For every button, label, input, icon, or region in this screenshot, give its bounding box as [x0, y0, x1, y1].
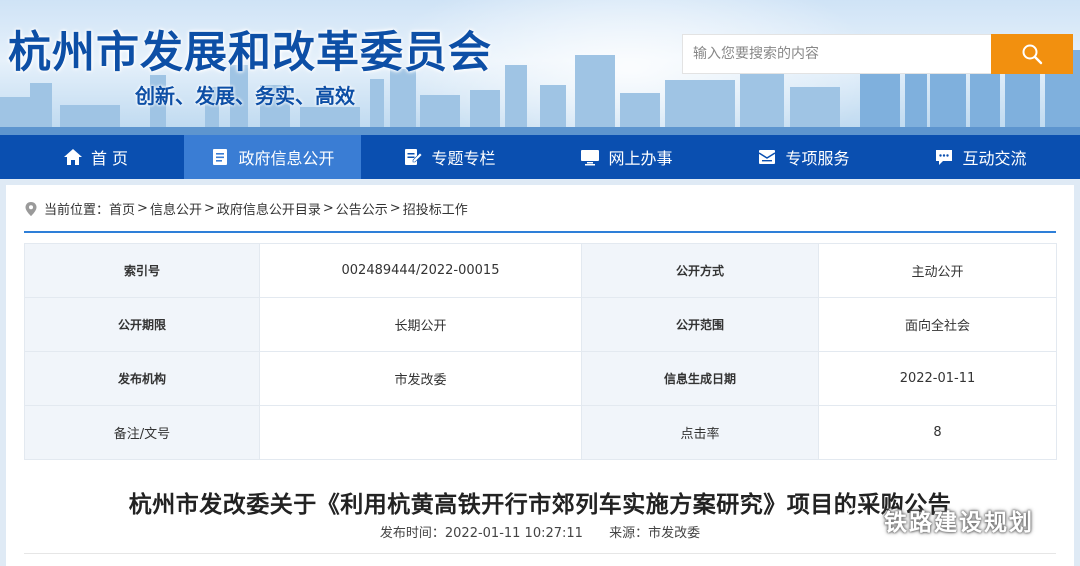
search-box — [682, 34, 992, 74]
nav-item-home[interactable]: 首 页 — [7, 135, 184, 179]
breadcrumb-separator: > — [137, 201, 148, 216]
publish-time: 发布时间：2022-01-11 10:27:11 — [379, 526, 583, 541]
header-banner: 杭州市发展和改革委员会 创新、发展、务实、高效 — [0, 0, 1080, 135]
nav-item-label: 政府信息公开 — [238, 149, 335, 168]
breadcrumb-item[interactable]: 信息公开 — [150, 199, 202, 218]
site-slogan: 创新、发展、务实、高效 — [135, 84, 355, 108]
nav-item-topics[interactable]: 专题专栏 — [361, 135, 538, 179]
nav-item-gov-info[interactable]: 政府信息公开 — [184, 135, 361, 179]
meta-value-generation-date: 2022-01-11 — [818, 351, 1057, 406]
meta-key-generation-date: 信息生成日期 — [581, 351, 819, 406]
breadcrumb-prefix: 当前位置： — [44, 203, 110, 218]
meta-value-publicity-scope: 面向全社会 — [818, 297, 1057, 352]
meta-key-issuer: 发布机构 — [24, 351, 260, 406]
nav-item-label: 互动交流 — [962, 149, 1027, 168]
envelope-icon — [759, 150, 776, 164]
meta-value-issuer: 市发改委 — [259, 351, 582, 406]
site-title: 杭州市发展和改革委员会 — [8, 28, 492, 78]
nav-item-label: 专项服务 — [785, 149, 850, 168]
wechat-watermark: 铁路建设规划 — [846, 503, 1034, 537]
breadcrumb-item[interactable]: 招投标工作 — [403, 199, 468, 218]
wechat-icon — [846, 507, 876, 531]
table-row: 索引号 002489444/2022-00015 公开方式 主动公开 — [24, 243, 1057, 298]
main-nav: 首 页 政府信息公开 专题专栏 网上办事 专项服务 互动交流 — [0, 135, 1080, 179]
meta-value-remark — [259, 405, 582, 460]
meta-value-publicity-method: 主动公开 — [818, 243, 1057, 298]
breadcrumb-item[interactable]: 公告公示 — [336, 199, 388, 218]
nav-item-special-service[interactable]: 专项服务 — [715, 135, 892, 179]
nav-item-label: 专题专栏 — [431, 149, 496, 168]
nav-item-label: 首 页 — [90, 149, 129, 168]
document-icon — [213, 149, 228, 165]
meta-key-click-rate: 点击率 — [581, 405, 819, 460]
breadcrumb-separator: > — [203, 201, 215, 216]
meta-key-index: 索引号 — [24, 243, 260, 298]
watermark-text: 铁路建设规划 — [884, 510, 1034, 536]
table-row: 公开期限 长期公开 公开范围 面向全社会 — [24, 297, 1057, 352]
monitor-icon — [581, 150, 600, 166]
breadcrumb-separator: > — [389, 201, 401, 216]
search-input[interactable] — [683, 35, 991, 73]
nav-item-online-service[interactable]: 网上办事 — [538, 135, 715, 179]
meta-value-publicity-term: 长期公开 — [259, 297, 582, 352]
breadcrumb-item[interactable]: 首页 — [109, 199, 135, 218]
table-row: 发布机构 市发改委 信息生成日期 2022-01-11 — [24, 351, 1057, 406]
meta-key-publicity-term: 公开期限 — [24, 297, 260, 352]
nav-item-interaction[interactable]: 互动交流 — [892, 135, 1069, 179]
chat-icon — [936, 150, 953, 165]
edit-icon — [405, 149, 423, 165]
meta-value-index: 002489444/2022-00015 — [259, 243, 582, 298]
article-source: 来源：市发改委 — [609, 526, 701, 541]
breadcrumb-separator: > — [322, 201, 334, 216]
search-button[interactable] — [991, 34, 1073, 74]
meta-key-publicity-scope: 公开范围 — [581, 297, 819, 352]
meta-key-remark: 备注/文号 — [24, 405, 260, 460]
nav-item-label: 网上办事 — [608, 149, 673, 168]
home-icon — [63, 149, 82, 165]
info-meta-table: 索引号 002489444/2022-00015 公开方式 主动公开 公开期限 … — [24, 243, 1057, 460]
breadcrumb-item[interactable]: 政府信息公开目录 — [217, 199, 321, 218]
search-icon — [1022, 44, 1043, 65]
breadcrumb-divider — [24, 231, 1056, 233]
article-divider — [24, 553, 1056, 554]
table-row: 备注/文号 点击率 8 — [24, 405, 1057, 460]
meta-value-click-rate: 8 — [818, 405, 1057, 460]
location-pin-icon — [25, 201, 37, 216]
breadcrumb: 当前位置： 首页 > 信息公开 > 政府信息公开目录 > 公告公示 > 招投标工… — [24, 199, 468, 218]
meta-key-publicity-method: 公开方式 — [581, 243, 819, 298]
